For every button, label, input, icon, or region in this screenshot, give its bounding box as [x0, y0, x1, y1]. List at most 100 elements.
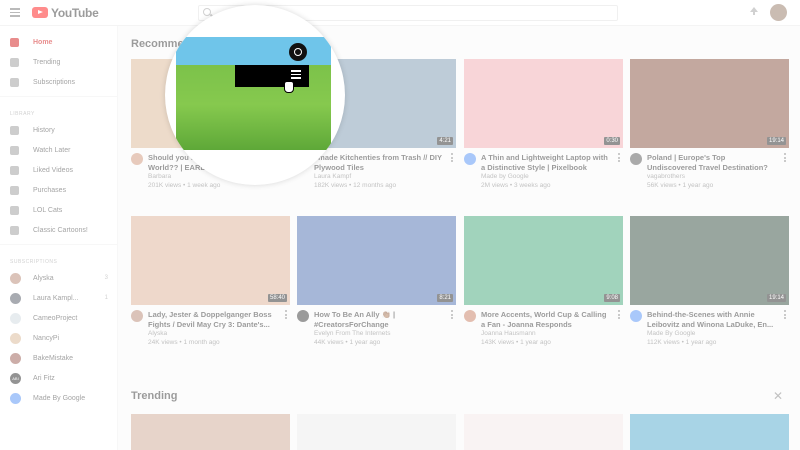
- sidebar-item-label: Trending: [33, 58, 61, 66]
- video-title[interactable]: Lady, Jester & Doppelganger Boss Fights …: [148, 310, 276, 329]
- video-thumbnail[interactable]: 8:21: [297, 216, 456, 305]
- video-stats: 44K views • 1 year ago: [314, 339, 381, 346]
- video-thumbnail[interactable]: 58:40: [131, 216, 290, 305]
- channel-avatar[interactable]: [464, 153, 476, 165]
- video-card[interactable]: 8:21 How To Be An Ally 👏🏾 | #CreatorsForC…: [297, 216, 456, 347]
- subscription-item[interactable]: BakeMistake: [0, 348, 117, 368]
- youtube-logo[interactable]: YouTube: [32, 6, 99, 20]
- video-card[interactable]: 19:14 Poland | Europe's Top Undiscovered …: [630, 59, 789, 190]
- channel-avatar[interactable]: [131, 153, 143, 165]
- more-options-icon[interactable]: [618, 153, 621, 162]
- sidebar-item-subscriptions[interactable]: Subscriptions: [0, 72, 117, 92]
- channel-name[interactable]: Made By Google: [647, 329, 775, 338]
- video-stats: 182K views • 12 months ago: [314, 182, 397, 189]
- home-icon: [10, 37, 19, 47]
- sidebar-item-label: Watch Later: [33, 146, 71, 154]
- history-icon: [10, 125, 19, 135]
- channel-name[interactable]: Evelyn From The Internets: [314, 329, 442, 338]
- video-thumbnail[interactable]: 19:14: [630, 59, 789, 148]
- video-thumbnail[interactable]: 9:08: [464, 216, 623, 305]
- youtube-play-icon: [32, 7, 48, 18]
- add-to-queue-icon[interactable]: [291, 70, 301, 79]
- sidebar-item-home[interactable]: Home: [0, 32, 117, 52]
- video-stats: 143K views • 1 year ago: [481, 339, 551, 346]
- channel-avatar[interactable]: [464, 310, 476, 322]
- video-title[interactable]: Poland | Europe's Top Undiscovered Trave…: [647, 153, 775, 172]
- more-options-icon[interactable]: [451, 310, 454, 319]
- more-options-icon[interactable]: [784, 153, 787, 162]
- sidebar: Home Trending Subscriptions LIBRARY History W…: [0, 26, 118, 450]
- channel-name[interactable]: Laura Kampf: [314, 172, 442, 181]
- more-options-icon[interactable]: [784, 310, 787, 319]
- video-card[interactable]: 19:14 Behind-the-Scenes with Annie Leibov…: [630, 216, 789, 347]
- channel-avatar[interactable]: [630, 153, 642, 165]
- video-stats: 24K views • 1 month ago: [148, 339, 220, 346]
- channel-avatar[interactable]: [630, 310, 642, 322]
- video-thumbnail[interactable]: 0:30: [464, 59, 623, 148]
- sidebar-item-purchases[interactable]: Purchases: [0, 180, 117, 200]
- sidebar-item-liked-videos[interactable]: Liked Videos: [0, 160, 117, 180]
- search-icon[interactable]: [203, 8, 211, 16]
- subscription-item[interactable]: CameoProject: [0, 308, 117, 328]
- sidebar-item-classic-cartoons[interactable]: Classic Cartoons!: [0, 220, 117, 240]
- channel-avatar: [10, 392, 21, 404]
- trending-thumbnail[interactable]: [464, 414, 623, 450]
- video-card[interactable]: 58:40 Lady, Jester & Doppelganger Boss Fi…: [131, 216, 290, 347]
- subscription-item[interactable]: Laura Kampl... 1: [0, 288, 117, 308]
- channel-avatar: [10, 352, 21, 364]
- subscription-item[interactable]: Alyska 3: [0, 268, 117, 288]
- watch-later-icon[interactable]: [289, 43, 307, 61]
- subscription-item[interactable]: ABI Ari Fitz: [0, 368, 117, 388]
- channel-avatar: ABI: [10, 372, 21, 384]
- video-title[interactable]: Behind-the-Scenes with Annie Leibovitz a…: [647, 310, 775, 329]
- video-thumbnail[interactable]: 19:14: [630, 216, 789, 305]
- channel-avatar[interactable]: [131, 310, 143, 322]
- video-title[interactable]: More Accents, World Cup & Calling a Fan …: [481, 310, 609, 329]
- more-options-icon[interactable]: [451, 153, 454, 162]
- trending-icon: [10, 57, 19, 67]
- channel-name[interactable]: Alyska: [148, 329, 276, 338]
- upload-icon[interactable]: [749, 7, 759, 17]
- channel-avatar: [10, 272, 21, 284]
- channel-name[interactable]: vagabrothers: [647, 172, 775, 181]
- account-avatar[interactable]: [770, 4, 787, 21]
- more-options-icon[interactable]: [618, 310, 621, 319]
- sidebar-item-history[interactable]: History: [0, 120, 117, 140]
- subscription-label: Made By Google: [33, 394, 86, 402]
- divider: [0, 244, 117, 245]
- channel-avatar: [10, 292, 21, 304]
- sidebar-item-label: LOL Cats: [33, 206, 63, 214]
- video-title[interactable]: A Thin and Lightweight Laptop with a Dis…: [481, 153, 609, 172]
- channel-avatar[interactable]: [297, 310, 309, 322]
- trending-thumbnail[interactable]: [131, 414, 290, 450]
- channel-name[interactable]: Joanna Hausmann: [481, 329, 609, 338]
- divider: [0, 96, 117, 97]
- sidebar-item-trending[interactable]: Trending: [0, 52, 117, 72]
- video-title[interactable]: I made Kitchenties from Trash // DIY Ply…: [314, 153, 442, 172]
- video-card[interactable]: 0:30 A Thin and Lightweight Laptop with a…: [464, 59, 623, 190]
- subscription-item[interactable]: Made By Google: [0, 388, 117, 408]
- video-stats: 2M views • 3 weeks ago: [481, 182, 551, 189]
- channel-name[interactable]: Made by Google: [481, 172, 609, 181]
- more-options-icon[interactable]: [285, 310, 288, 319]
- watch-later-icon: [10, 145, 19, 155]
- subscription-label: Laura Kampl...: [33, 294, 79, 302]
- trending-thumbnail[interactable]: [297, 414, 456, 450]
- unread-count: 1: [104, 295, 108, 301]
- subscription-item[interactable]: NancyPi: [0, 328, 117, 348]
- video-stats: 112K views • 1 year ago: [647, 339, 717, 346]
- trending-thumbnail[interactable]: [630, 414, 789, 450]
- video-title[interactable]: How To Be An Ally 👏🏾 | #CreatorsForChang…: [314, 310, 442, 329]
- close-icon[interactable]: ✕: [773, 389, 783, 403]
- sidebar-item-lol-cats[interactable]: LOL Cats: [0, 200, 117, 220]
- video-card[interactable]: 9:08 More Accents, World Cup & Calling a …: [464, 216, 623, 347]
- sidebar-item-watch-later[interactable]: Watch Later: [0, 140, 117, 160]
- purchases-icon: [10, 185, 19, 195]
- section-title-trending: Trending: [131, 390, 178, 402]
- duration-badge: 19:14: [766, 294, 786, 302]
- sidebar-item-label: Home: [33, 38, 53, 46]
- duration-badge: 8:21: [437, 294, 453, 302]
- playlist-icon: [10, 205, 19, 215]
- menu-icon[interactable]: [10, 8, 20, 17]
- unread-count: 3: [104, 275, 108, 281]
